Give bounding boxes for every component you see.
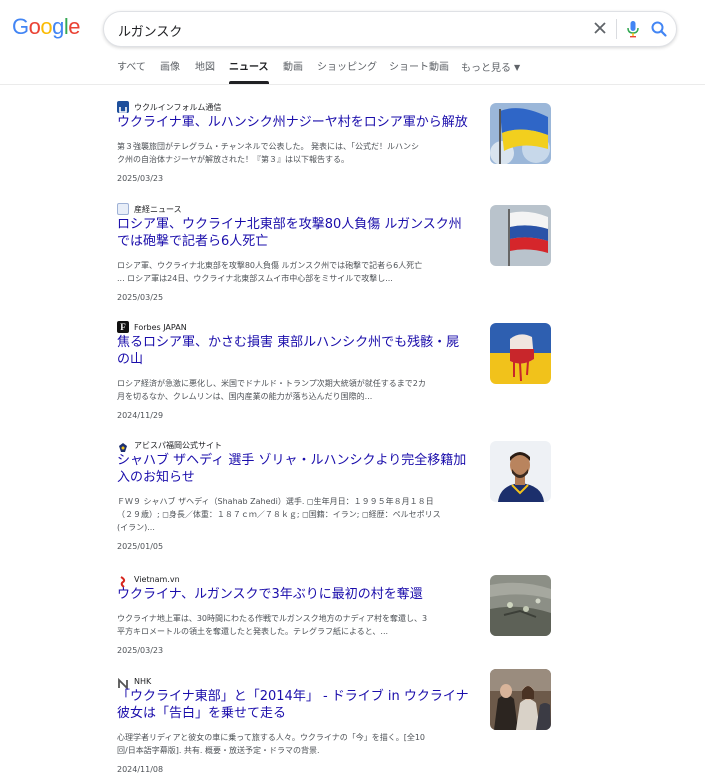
result-thumbnail[interactable]	[490, 441, 551, 502]
search-input[interactable]: ルガンスク	[118, 21, 182, 40]
result-date: 2025/03/23	[117, 646, 164, 655]
result-source: Vietnam.vn	[117, 572, 180, 588]
result-date: 2025/01/05	[117, 542, 164, 551]
result-date: 2024/11/08	[117, 765, 164, 774]
result-snippet: ウクライナ地上軍は、30時間にわたる作戦でルガンスク地方のナディア村を奪還し、3…	[117, 612, 479, 638]
source-name: アビスパ福岡公式サイト	[134, 440, 222, 450]
result-source: ウクルインフォルム通信	[117, 100, 221, 114]
close-icon[interactable]	[590, 18, 610, 38]
snippet-line: ＦＷ９ シャハブ ザヘディ（Shahab Zahedi）選手. ◻生年月日：１９…	[117, 497, 434, 506]
result-snippet: ロシア軍、ウクライナ北東部を攻撃80人負傷 ルガンスク州では砲撃で記者ら6人死亡…	[117, 259, 479, 285]
news-result: 産経ニュース ロシア軍、ウクライナ北東部を攻撃80人負傷 ルガンスク州 では砲撃…	[117, 202, 557, 312]
result-title-link[interactable]: ウクライナ軍、ルハンシク州ナジーヤ村をロシア軍から解放	[117, 114, 477, 131]
google-logo[interactable]: Google	[12, 14, 81, 40]
result-source: アビスパ福岡公式サイト	[117, 438, 222, 452]
result-source: 産経ニュース	[117, 202, 182, 216]
tab-maps[interactable]: 地図	[195, 58, 215, 84]
news-result: NHK 「ウクライナ東部」と「2014年」 - ドライブ in ウクライナ 彼女…	[117, 669, 557, 784]
result-snippet: 心理学者リディアと彼女の車に乗って旅する人々。ウクライナの「今」を描く。[全10…	[117, 731, 479, 757]
result-date: 2024/11/29	[117, 411, 164, 420]
vietnam-vn-favicon-icon	[117, 573, 129, 588]
tab-more-label: もっと見る	[461, 63, 511, 74]
result-title-line: 焦るロシア軍、かさむ損害 東部ルハンシク州でも残骸・屍	[117, 335, 460, 350]
snippet-line: 第３強襲旅団がテレグラム・チャンネルで公表した。 発表には、「公式だ！ルハンシ	[117, 142, 420, 151]
result-source: NHK	[117, 674, 152, 691]
snippet-line: ウクライナ地上軍は、30時間にわたる作戦でルガンスク地方のナディア村を奪還し、3	[117, 614, 428, 623]
sankei-favicon-icon	[117, 203, 129, 215]
forbes-favicon-icon: F	[117, 321, 129, 333]
result-title-line: シャハブ ザヘディ 選手 ゾリャ・ルハンシクより完全移籍加	[117, 453, 467, 468]
result-title-line: では砲撃で記者ら6人死亡	[117, 234, 269, 249]
ukrinform-favicon-icon	[117, 101, 129, 113]
source-name: Forbes JAPAN	[134, 322, 187, 332]
source-name: Vietnam.vn	[134, 574, 180, 584]
microphone-icon[interactable]	[624, 19, 642, 39]
result-thumbnail[interactable]	[490, 103, 551, 164]
tab-videos[interactable]: 動画	[283, 58, 303, 84]
result-title-line: の山	[117, 352, 144, 367]
result-date: 2025/03/25	[117, 293, 164, 302]
nhk-favicon-icon	[117, 675, 129, 691]
snippet-line: 心理学者リディアと彼女の車に乗って旅する人々。ウクライナの「今」を描く。[全10	[117, 733, 426, 742]
chevron-down-icon: ▼	[514, 63, 521, 72]
snippet-line: ロシア軍、ウクライナ北東部を攻撃80人負傷 ルガンスク州では砲撃で記者ら6人死亡	[117, 261, 423, 270]
result-thumbnail[interactable]	[490, 205, 551, 266]
search-box[interactable]: ルガンスク	[103, 11, 677, 47]
snippet-line: ... ロシア軍は24日、ウクライナ北東部スムイ市中心部をミサイルで攻撃し...	[117, 274, 393, 283]
result-snippet: ＦＷ９ シャハブ ザヘディ（Shahab Zahedi）選手. ◻生年月日：１９…	[117, 495, 479, 534]
news-result: ウクルインフォルム通信 ウクライナ軍、ルハンシク州ナジーヤ村をロシア軍から解放 …	[117, 100, 557, 210]
snippet-line: 平方キロメートルの領土を奪還したと発表した。テレグラフ紙によると、...	[117, 627, 389, 636]
news-result: F Forbes JAPAN 焦るロシア軍、かさむ損害 東部ルハンシク州でも残骸…	[117, 320, 557, 430]
snippet-line: 月を切るなか、クレムリンは、国内産業の能力が落ち込んだり国際的...	[117, 392, 373, 401]
result-thumbnail[interactable]	[490, 669, 551, 730]
result-title-line: 「ウクライナ東部」と「2014年」 - ドライブ in ウクライナ	[117, 689, 469, 704]
result-title-line: 彼女は「告白」を乗せて走る	[117, 706, 287, 721]
header: Google ルガンスク すべて 画像 地図 ニュース 動画 ショッピング ショ…	[0, 0, 705, 85]
result-title-link[interactable]: 「ウクライナ東部」と「2014年」 - ドライブ in ウクライナ 彼女は「告白…	[117, 688, 477, 722]
result-title-line: ウクライナ、ルガンスクで3年ぶりに最初の村を奪還	[117, 587, 423, 602]
result-source: F Forbes JAPAN	[117, 320, 187, 334]
result-snippet: 第３強襲旅団がテレグラム・チャンネルで公表した。 発表には、「公式だ！ルハンシ …	[117, 140, 479, 166]
result-title-link[interactable]: ウクライナ、ルガンスクで3年ぶりに最初の村を奪還	[117, 586, 477, 603]
result-thumbnail[interactable]	[490, 575, 551, 636]
search-icon[interactable]	[649, 19, 669, 39]
result-title-link[interactable]: 焦るロシア軍、かさむ損害 東部ルハンシク州でも残骸・屍 の山	[117, 334, 477, 368]
tab-short-videos[interactable]: ショート動画	[389, 58, 449, 84]
snippet-line: 回/日本語字幕版]. 共有. 概要・放送予定・ドラマの背景.	[117, 746, 320, 755]
result-snippet: ロシア経済が急激に悪化し、米国でドナルド・トランプ次期大統領が就任するまで2カ …	[117, 377, 479, 403]
tab-more[interactable]: もっと見る ▼	[461, 58, 520, 84]
snippet-line: ロシア経済が急激に悪化し、米国でドナルド・トランプ次期大統領が就任するまで2カ	[117, 379, 426, 388]
tab-images[interactable]: 画像	[160, 58, 180, 84]
result-title-line: ロシア軍、ウクライナ北東部を攻撃80人負傷 ルガンスク州	[117, 217, 462, 232]
tab-news[interactable]: ニュース	[229, 58, 269, 84]
result-date: 2025/03/23	[117, 174, 164, 183]
source-name: NHK	[134, 676, 152, 686]
source-name: ウクルインフォルム通信	[134, 102, 222, 112]
tab-shopping[interactable]: ショッピング	[317, 58, 377, 84]
tab-all[interactable]: すべて	[117, 58, 146, 84]
result-title-line: 入のお知らせ	[117, 470, 195, 485]
search-divider	[616, 19, 617, 39]
news-result: Vietnam.vn ウクライナ、ルガンスクで3年ぶりに最初の村を奪還 ウクライ…	[117, 572, 557, 662]
result-title-line: ウクライナ軍、ルハンシク州ナジーヤ村をロシア軍から解放	[117, 115, 468, 130]
snippet-line: （２９歳）; ◻身長／体重：１８７ｃｍ／７８ｋｇ; ◻国籍：イラン; ◻経歴：ペ…	[117, 510, 441, 519]
result-title-link[interactable]: ロシア軍、ウクライナ北東部を攻撃80人負傷 ルガンスク州 では砲撃で記者ら6人死…	[117, 216, 477, 250]
news-result: アビスパ福岡公式サイト シャハブ ザヘディ 選手 ゾリャ・ルハンシクより完全移籍…	[117, 438, 557, 563]
avispa-favicon-icon	[117, 439, 129, 452]
result-title-link[interactable]: シャハブ ザヘディ 選手 ゾリャ・ルハンシクより完全移籍加 入のお知らせ	[117, 452, 477, 486]
snippet-line: ク州の自治体ナジーヤが解放された！『第３』は以下報告する。	[117, 155, 349, 164]
result-thumbnail[interactable]	[490, 323, 551, 384]
source-name: 産経ニュース	[134, 204, 182, 214]
snippet-line: (イラン)...	[117, 523, 155, 532]
